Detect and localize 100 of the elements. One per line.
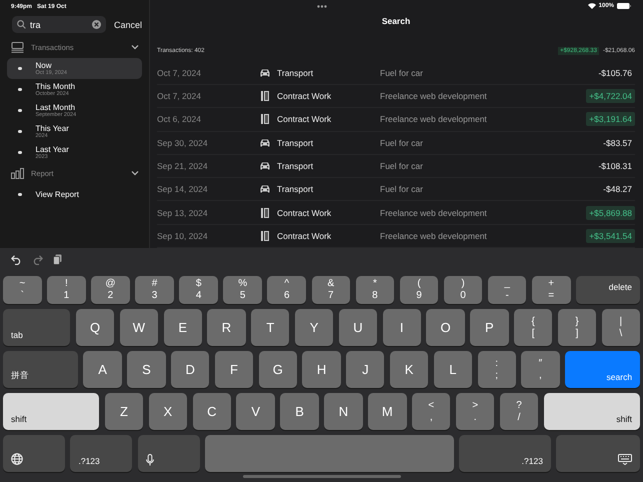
clear-icon[interactable] [92, 20, 101, 29]
letter-key[interactable]: I [382, 309, 421, 346]
symbol-key[interactable]: ~ ` [3, 276, 42, 304]
tab-key[interactable]: tab [3, 309, 70, 346]
transaction-row[interactable]: Oct 6, 2024 Contract Work Freelance web development +$3,191.64 [157, 108, 635, 132]
category-cell: Transport [277, 184, 314, 194]
numbers-key[interactable]: .?123 [459, 435, 551, 472]
letter-key[interactable]: O [426, 309, 465, 346]
symbol-key[interactable]: & 7 [312, 276, 350, 304]
redo-icon[interactable] [32, 254, 43, 264]
letter-key[interactable]: D [171, 351, 210, 388]
letter-key[interactable]: M [368, 393, 407, 430]
date-cell-text: Oct 7, 2024 [157, 91, 202, 102]
symbol-key[interactable]: | \ [602, 309, 640, 346]
letter-key[interactable]: Z [104, 393, 144, 430]
note-cell-text: Freelance web development [380, 208, 488, 218]
symbol-key[interactable]: @ 2 [91, 276, 130, 304]
symbol-key[interactable]: $ 4 [179, 276, 218, 304]
note-cell-text: Fuel for car [380, 160, 424, 171]
letter-key[interactable]: V [236, 393, 275, 430]
letter-key[interactable]: Q [76, 309, 114, 346]
transaction-row[interactable]: Sep 13, 2024 Contract Work Freelance web development +$5,869.88 [157, 201, 635, 225]
symbol-key[interactable]: ( 9 [400, 276, 438, 304]
symbol-key[interactable]: + = [532, 276, 571, 304]
symbol-key[interactable]: { [ [514, 309, 552, 346]
amount-cell-text: -$48.27 [602, 183, 633, 196]
letter-key[interactable]: Y [294, 309, 334, 346]
transaction-row[interactable]: Sep 21, 2024 Transport Fuel for car -$108.31 [157, 154, 635, 178]
note-cell-text: Freelance web development [380, 114, 488, 124]
book-icon [260, 230, 270, 241]
letter-key[interactable]: E [164, 309, 202, 346]
shift-key[interactable]: shift [544, 393, 640, 430]
car-icon [260, 162, 270, 170]
symbol-key[interactable]: } ] [558, 309, 596, 346]
transaction-row[interactable]: Sep 30, 2024 Transport Fuel for car -$83.57 [157, 132, 635, 155]
symbol-key[interactable]: ) 0 [444, 276, 482, 304]
symbol-key[interactable]: < , [412, 393, 450, 430]
symbol-key[interactable]: ^ 6 [267, 276, 306, 304]
amount-cell: +$5,869.88 [586, 206, 635, 220]
letter-key[interactable]: J [346, 351, 384, 388]
amount-cell: +$4,722.04 [586, 89, 635, 104]
amount-cell-text: -$108.31 [597, 160, 633, 173]
symbol-key[interactable]: ? / [500, 393, 538, 430]
letter-key[interactable]: H [302, 351, 341, 388]
amount-cell-text: -$105.76 [597, 66, 633, 80]
letter-key[interactable]: T [251, 309, 290, 346]
letter-key[interactable]: G [258, 351, 297, 388]
search-key[interactable]: search [565, 351, 640, 388]
search-field[interactable]: tra [12, 16, 106, 33]
pinyin-key[interactable]: 拼音 [3, 351, 78, 388]
undo-icon[interactable] [11, 254, 22, 264]
cancel-button[interactable]: Cancel [114, 20, 142, 30]
date-cell-text: Sep 10, 2024 [157, 230, 209, 241]
letter-key[interactable]: B [280, 393, 319, 430]
note-cell-text: Freelance web development [380, 230, 488, 241]
book-icon [260, 208, 270, 218]
date-cell-text: Sep 14, 2024 [157, 184, 209, 194]
globe-key[interactable] [3, 435, 65, 472]
amount-cell-text: -$83.57 [602, 136, 633, 150]
letter-key[interactable]: W [120, 309, 158, 346]
letter-key[interactable]: F [214, 351, 254, 388]
letter-key[interactable]: S [127, 351, 166, 388]
note-cell-text: Fuel for car [380, 138, 424, 148]
letter-key[interactable]: R [207, 309, 246, 346]
car-icon [260, 68, 270, 77]
sidebar-item[interactable]: View Report [7, 184, 142, 205]
shift-key[interactable]: shift [3, 393, 100, 430]
transaction-row[interactable]: Sep 14, 2024 Transport Fuel for car -$48.27 [157, 178, 635, 202]
category-cell: Transport [277, 68, 314, 78]
date-cell-text: Sep 13, 2024 [157, 208, 209, 218]
letter-key[interactable]: N [324, 393, 363, 430]
symbol-key[interactable]: ″ , [521, 351, 560, 388]
amount-cell: +$3,541.54 [586, 228, 635, 243]
symbol-key[interactable]: ! 1 [47, 276, 86, 304]
letter-key[interactable]: L [434, 351, 472, 388]
symbol-key[interactable]: % 5 [223, 276, 262, 304]
transaction-row[interactable]: Oct 7, 2024 Transport Fuel for car -$105.76 [157, 62, 635, 85]
date-cell-text: Sep 21, 2024 [157, 160, 209, 171]
symbol-key[interactable]: # 3 [135, 276, 174, 304]
globe-icon [11, 453, 23, 465]
letter-key[interactable]: K [390, 351, 428, 388]
more-dots-icon [317, 5, 327, 8]
bar-chart-icon [11, 168, 24, 178]
letter-key[interactable]: X [148, 393, 188, 430]
keyboard-icon [618, 454, 632, 465]
numbers-key[interactable]: .?123 [70, 435, 132, 472]
note-cell-text: Freelance web development [380, 91, 488, 102]
tray-icon [11, 42, 24, 52]
symbol-key[interactable]: > . [456, 393, 494, 430]
delete-key[interactable]: delete [576, 276, 640, 304]
symbol-key[interactable]: * 8 [356, 276, 394, 304]
symbol-key[interactable]: : ; [478, 351, 516, 388]
transaction-row[interactable]: Oct 7, 2024 Contract Work Freelance web development +$4,722.04 [157, 84, 635, 108]
clipboard-icon[interactable] [53, 254, 62, 265]
letter-key[interactable]: P [470, 309, 509, 346]
letter-key[interactable]: A [83, 351, 122, 388]
letter-key[interactable]: U [338, 309, 378, 346]
car-icon [260, 138, 270, 147]
letter-key[interactable]: C [192, 393, 231, 430]
symbol-key[interactable]: _ - [488, 276, 526, 304]
